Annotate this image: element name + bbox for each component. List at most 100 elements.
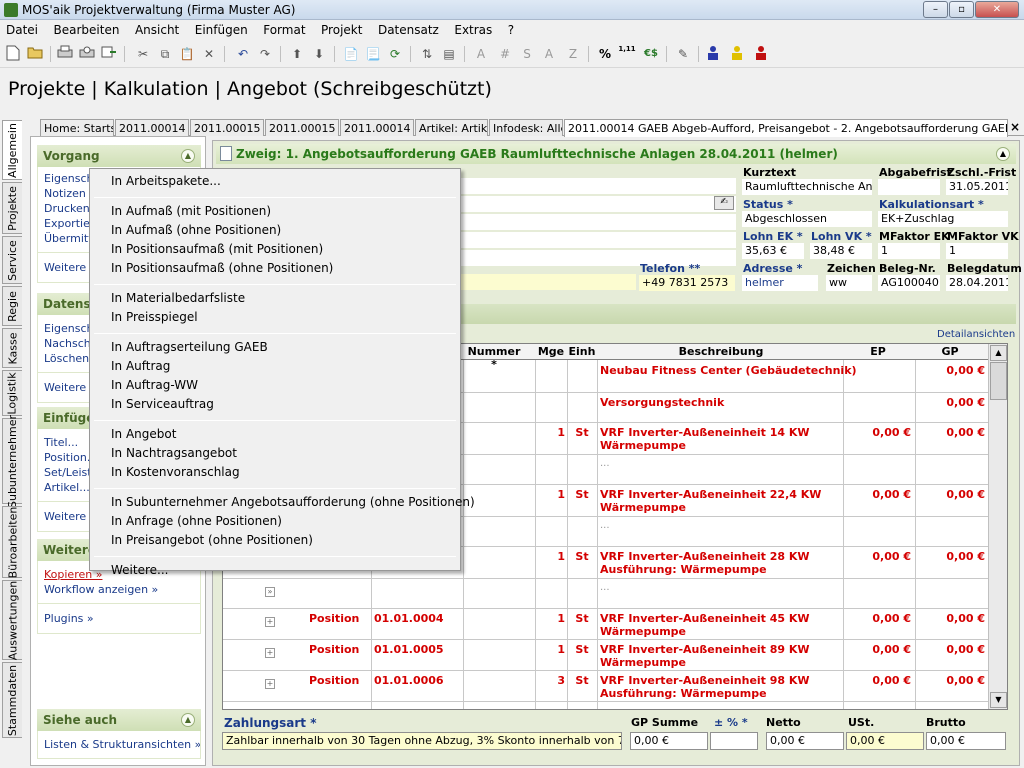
- menu-datei[interactable]: Datei: [0, 20, 44, 40]
- table-row[interactable]: Position 01.01.0005 1 St 0,00 € 0,00 € VRF Inv…: [223, 640, 989, 671]
- scroll-up-icon[interactable]: ▲: [990, 345, 1007, 361]
- context-menu-item[interactable]: In Positionsaufmaß (mit Positionen): [111, 242, 323, 256]
- new-icon[interactable]: [4, 45, 22, 63]
- context-menu-item[interactable]: In Aufmaß (ohne Positionen): [111, 223, 281, 237]
- sum-icon[interactable]: S: [518, 45, 536, 63]
- close-button[interactable]: ✕: [975, 1, 1019, 18]
- form-field-4[interactable]: [460, 232, 736, 248]
- col-mge[interactable]: Mge: [535, 345, 567, 358]
- currency-icon[interactable]: €$: [642, 45, 660, 63]
- decimal-icon[interactable]: 1,11: [618, 45, 636, 63]
- form-field-6[interactable]: [460, 274, 636, 290]
- text-format-icon[interactable]: A: [472, 45, 490, 63]
- menu-datensatz[interactable]: Datensatz: [372, 20, 445, 40]
- move-down-icon[interactable]: ⬇: [310, 45, 328, 63]
- signature-icon[interactable]: ✍: [714, 196, 734, 210]
- context-menu-item[interactable]: In Arbeitspakete...: [111, 174, 221, 188]
- pct-field[interactable]: [710, 732, 758, 750]
- cut-icon[interactable]: ✂: [134, 45, 152, 63]
- link-workflow[interactable]: Workflow anzeigen »: [38, 582, 200, 597]
- copy-icon[interactable]: ⧉: [156, 45, 174, 63]
- table-row[interactable]: Position 01.01.0006 3 St 0,00 € 0,00 € VRF Inv…: [223, 671, 989, 702]
- menu-bearbeiten[interactable]: Bearbeiten: [48, 20, 126, 40]
- tab-home[interactable]: Home: Starts: [40, 119, 114, 136]
- minimize-button[interactable]: –: [923, 1, 948, 18]
- context-menu-item[interactable]: In Anfrage (ohne Positionen): [111, 514, 282, 528]
- tree-expand-icon[interactable]: +: [265, 679, 275, 689]
- col-ep[interactable]: EP: [843, 345, 913, 358]
- context-menu-item[interactable]: In Auftrag: [111, 359, 170, 373]
- adresse-field[interactable]: helmer: [742, 275, 818, 291]
- scroll-down-icon[interactable]: ▼: [990, 692, 1007, 708]
- belegnr-field[interactable]: AG100040: [878, 275, 940, 291]
- col-einh[interactable]: Einh: [567, 345, 597, 358]
- vtab-kasse[interactable]: Kasse: [2, 328, 22, 368]
- user-blue-icon[interactable]: [704, 45, 722, 63]
- vtab-allgemein[interactable]: Allgemein: [2, 120, 22, 180]
- col-gp[interactable]: GP: [915, 345, 985, 358]
- tab-doc-2[interactable]: 2011.00015: [190, 119, 264, 136]
- print-icon[interactable]: [56, 45, 74, 63]
- context-menu-item[interactable]: In Kostenvoranschlag: [111, 465, 240, 479]
- form-field-3[interactable]: [460, 214, 736, 230]
- tab-doc-3[interactable]: 2011.00015: [265, 119, 339, 136]
- section-vorgang-header[interactable]: Vorgang ▲: [37, 145, 201, 167]
- zschl-field[interactable]: 31.05.2011: [946, 179, 1008, 195]
- paste-special-icon[interactable]: 📄: [342, 45, 360, 63]
- context-menu-item[interactable]: In Auftragserteilung GAEB: [111, 340, 268, 354]
- kurztext-field[interactable]: Raumlufttechnische Anlage: [742, 179, 872, 195]
- vtab-projekte[interactable]: Projekte: [2, 182, 22, 234]
- section-siehe-header[interactable]: Siehe auch ▲: [37, 709, 201, 731]
- percent-icon[interactable]: %: [596, 45, 614, 63]
- netto-field[interactable]: 0,00 €: [766, 732, 844, 750]
- menu-format[interactable]: Format: [257, 20, 311, 40]
- tab-doc-1[interactable]: 2011.00014: [115, 119, 189, 136]
- tree-expand-icon[interactable]: +: [265, 617, 275, 627]
- tree-expand-icon[interactable]: »: [265, 587, 275, 597]
- lohnvk-field[interactable]: 38,48 €: [810, 243, 872, 259]
- context-menu-item[interactable]: In Aufmaß (mit Positionen): [111, 204, 271, 218]
- context-menu-item[interactable]: In Materialbedarfsliste: [111, 291, 245, 305]
- vtab-stammdaten[interactable]: Stammdaten: [2, 662, 22, 738]
- lohnek-field[interactable]: 35,63 €: [742, 243, 804, 259]
- context-menu-item[interactable]: In Angebot: [111, 427, 176, 441]
- vtab-subunternehmer[interactable]: Subunternehmer: [2, 414, 22, 508]
- tab-infodesk[interactable]: Infodesk: Alle: [489, 119, 563, 136]
- link-plugins[interactable]: Plugins »: [38, 603, 200, 633]
- print-preview-icon[interactable]: [78, 45, 96, 63]
- document-icon[interactable]: 📃: [364, 45, 382, 63]
- zeichen-field[interactable]: ww: [826, 275, 872, 291]
- paste-icon[interactable]: 📋: [178, 45, 196, 63]
- context-menu-item[interactable]: In Serviceauftrag: [111, 397, 214, 411]
- telefon-field[interactable]: +49 7831 2573: [639, 275, 735, 291]
- menu-ansicht[interactable]: Ansicht: [129, 20, 185, 40]
- context-menu-item[interactable]: In Subunternehmer Angebotsaufforderung (…: [111, 495, 475, 509]
- grid-scrollbar[interactable]: ▲ ▼: [988, 344, 1007, 709]
- tools-icon[interactable]: ✎: [674, 45, 692, 63]
- filter-icon[interactable]: ▤: [440, 45, 458, 63]
- number-format-icon[interactable]: #: [496, 45, 514, 63]
- context-menu-item[interactable]: In Nachtragsangebot: [111, 446, 237, 460]
- maximize-button[interactable]: ▫: [949, 1, 974, 18]
- sort-icon[interactable]: ⇅: [418, 45, 436, 63]
- tab-artikel[interactable]: Artikel: Artik: [415, 119, 488, 136]
- collapse-icon[interactable]: ▲: [996, 147, 1010, 161]
- table-row[interactable]: ... »: [223, 579, 989, 609]
- refresh-icon[interactable]: ⟳: [386, 45, 404, 63]
- tab-active-document[interactable]: 2011.00014 GAEB Abgeb-Aufford, Preisange…: [564, 119, 1008, 137]
- belegdatum-field[interactable]: 28.04.2011: [946, 275, 1008, 291]
- close-tab-icon[interactable]: ×: [1010, 120, 1020, 134]
- col-beschreibung[interactable]: Beschreibung: [599, 345, 843, 358]
- menu-extras[interactable]: Extras: [448, 20, 498, 40]
- mfvk-field[interactable]: 1: [946, 243, 1008, 259]
- menu-projekt[interactable]: Projekt: [315, 20, 368, 40]
- scroll-thumb[interactable]: [990, 362, 1007, 400]
- zahlungsart-field[interactable]: Zahlbar innerhalb von 30 Tagen ohne Abzu…: [222, 732, 622, 750]
- tree-expand-icon[interactable]: +: [265, 648, 275, 658]
- form-field-2[interactable]: [460, 196, 736, 212]
- ust-field[interactable]: 0,00 €: [846, 732, 924, 750]
- table-row[interactable]: Position 01.01.0004 1 St 0,00 € 0,00 € VRF Inv…: [223, 609, 989, 640]
- move-up-icon[interactable]: ⬆: [288, 45, 306, 63]
- kalkart-field[interactable]: EK+Zuschlag: [878, 211, 1008, 227]
- collapse-icon[interactable]: ▲: [181, 713, 195, 727]
